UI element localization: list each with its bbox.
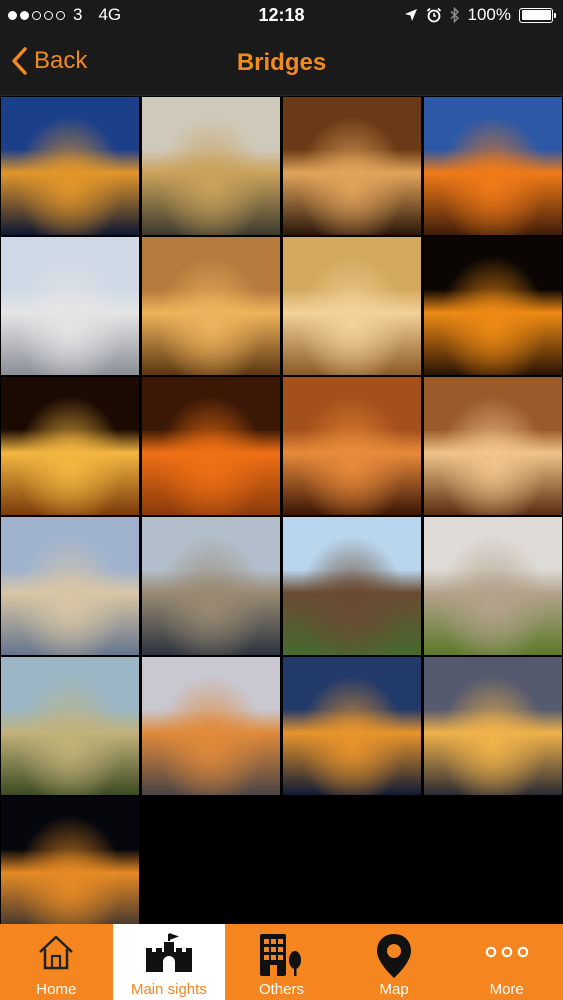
photo-thumbnail-bridge-twilight-reflection[interactable] (424, 657, 562, 795)
photo-image (142, 657, 280, 795)
photo-thumbnail-bridge-green-trees[interactable] (1, 657, 139, 795)
castle-icon (145, 933, 192, 972)
back-button[interactable]: Back (10, 46, 87, 76)
photo-thumbnail-bridge-day-water[interactable] (1, 517, 139, 655)
battery-percent: 100% (467, 5, 511, 24)
status-bar: 3 4G 12:18 100% (0, 0, 563, 32)
photo-thumbnail-corridor-lights-perspective[interactable] (1, 377, 139, 515)
photo-image (1, 657, 139, 795)
photo-thumbnail-bridge-yellow-flowers[interactable] (424, 517, 562, 655)
photo-image (142, 237, 280, 375)
tab-home-label: Home (36, 981, 77, 998)
alarm-clock-icon (426, 7, 441, 23)
photo-thumbnail-bridge-arches-night-water[interactable] (1, 797, 139, 935)
photo-thumbnail-bridge-willow-dusk[interactable] (142, 97, 280, 235)
photo-image (1, 797, 139, 935)
back-label: Back (34, 47, 88, 74)
photo-image (1, 97, 139, 235)
map-pin-icon (377, 934, 412, 978)
tab-main-sights-label: Main sights (130, 981, 207, 998)
battery-icon (519, 7, 556, 23)
photo-thumbnail-bridge-two-tiers-dusk[interactable] (142, 517, 280, 655)
photo-image (283, 377, 421, 515)
photo-image (142, 517, 280, 655)
photo-thumbnail-bridge-arcade-reflection[interactable] (142, 237, 280, 375)
tab-map-label: Map (379, 981, 409, 998)
photo-thumbnail-stone-lion-statue[interactable] (1, 237, 139, 375)
photo-image (1, 237, 139, 375)
tab-map[interactable]: Map (338, 924, 451, 1000)
photo-thumbnail-painted-ceiling-niche[interactable] (283, 237, 421, 375)
tab-home[interactable]: Home (0, 924, 113, 1000)
chevron-left-icon (12, 47, 27, 75)
photo-image (424, 97, 562, 235)
photo-image (424, 517, 562, 655)
navigation-bar: Back Bridges (0, 32, 563, 96)
battery-level (521, 10, 551, 20)
photo-image (424, 657, 562, 795)
photo-image (142, 97, 280, 235)
photo-image (283, 237, 421, 375)
photo-thumbnail-arch-corridor-lit[interactable] (283, 97, 421, 235)
photo-image (283, 517, 421, 655)
photo-thumbnail-bridge-evening-people[interactable] (142, 657, 280, 795)
status-bar-right: 100% (404, 5, 556, 25)
tab-more-label: More (489, 981, 524, 998)
tab-more[interactable]: More (450, 924, 563, 1000)
photo-thumbnail-bronze-sculpture-park[interactable] (283, 517, 421, 655)
tab-bar: Home Main sights Others Map More (0, 924, 563, 1000)
tab-others[interactable]: Others (225, 924, 338, 1000)
tab-main-sights[interactable]: Main sights (112, 924, 226, 1000)
home-icon (39, 935, 74, 970)
location-arrow-icon (404, 9, 417, 21)
photo-image (283, 97, 421, 235)
photo-thumbnail-bridge-night-reflection[interactable] (424, 237, 562, 375)
photo-thumbnail-arch-passage-daylight[interactable] (424, 377, 562, 515)
photo-image (1, 377, 139, 515)
photo-thumbnail-arch-blue-tile[interactable] (424, 97, 562, 235)
photo-grid (1, 97, 562, 935)
photo-thumbnail-arch-tunnel-orange[interactable] (283, 377, 421, 515)
photo-image (1, 517, 139, 655)
more-dots-icon (485, 946, 528, 958)
photo-image (283, 657, 421, 795)
buildings-icon (260, 934, 302, 976)
photo-thumbnail-brick-arches-lit[interactable] (142, 377, 280, 515)
photo-image (424, 237, 562, 375)
tab-others-label: Others (258, 981, 304, 998)
photo-image (142, 377, 280, 515)
photo-thumbnail-bridge-blue-hour[interactable] (283, 657, 421, 795)
photo-thumbnail-bridge-night-blue-sky[interactable] (1, 97, 139, 235)
photo-image (424, 377, 562, 515)
bluetooth-icon (450, 7, 459, 23)
